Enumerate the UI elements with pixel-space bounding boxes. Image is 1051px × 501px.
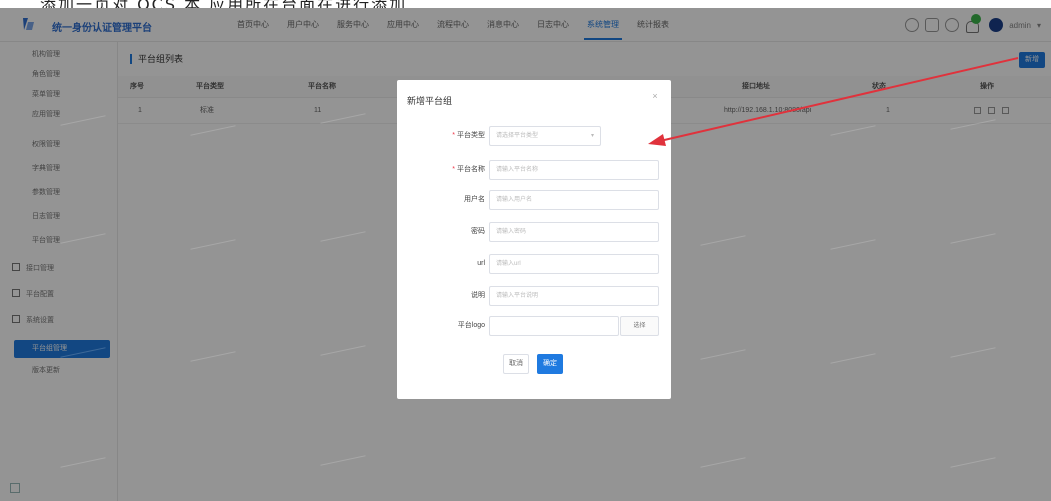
- form-row-platform-name: * 平台名称 请输入平台名称: [397, 160, 671, 180]
- cancel-button[interactable]: 取消: [503, 354, 529, 374]
- field-label: url: [477, 260, 485, 267]
- form-row-url: url 请输入url: [397, 254, 671, 274]
- field-label-text: 平台类型: [457, 132, 485, 139]
- form-row-description: 说明 请输入平台说明: [397, 286, 671, 306]
- field-label: * 平台类型: [452, 126, 485, 146]
- logo-path-input[interactable]: [489, 316, 619, 336]
- required-mark: *: [452, 132, 455, 139]
- upload-button[interactable]: 选择: [620, 316, 659, 336]
- field-label: * 平台名称: [452, 160, 485, 180]
- dialog-title: 新增平台组: [407, 96, 453, 106]
- document-caption: 添加一页对 OCS 本 应用所在台面在进行添加: [0, 0, 1051, 8]
- form-row-platform-type: * 平台类型 请选择平台类型 ▾: [397, 126, 671, 146]
- description-input[interactable]: 请输入平台说明: [489, 286, 659, 306]
- chevron-down-icon: ▾: [590, 133, 594, 139]
- caption-text: 添加一页对 OCS 本 应用所在台面在进行添加: [40, 0, 407, 8]
- platform-name-input[interactable]: 请输入平台名称: [489, 160, 659, 180]
- url-input[interactable]: 请输入url: [489, 254, 659, 274]
- field-label: 密码: [471, 228, 485, 235]
- field-label: 说明: [471, 292, 485, 299]
- platform-type-select[interactable]: 请选择平台类型 ▾: [489, 126, 601, 146]
- select-placeholder: 请选择平台类型: [496, 133, 539, 139]
- field-label-text: 平台名称: [457, 166, 485, 173]
- required-mark: *: [452, 166, 455, 173]
- password-input[interactable]: 请输入密码: [489, 222, 659, 242]
- username-input[interactable]: 请输入用户名: [489, 190, 659, 210]
- confirm-button[interactable]: 确定: [537, 354, 563, 374]
- form-row-password: 密码 请输入密码: [397, 222, 671, 242]
- form-row-logo: 平台logo 选择: [397, 316, 671, 336]
- form-row-username: 用户名 请输入用户名: [397, 190, 671, 210]
- add-platform-group-dialog: 新增平台组 × * 平台类型 请选择平台类型 ▾ * 平台名称 请输入平台名称 用户…: [397, 80, 671, 399]
- field-label: 平台logo: [457, 322, 485, 329]
- field-label: 用户名: [464, 196, 485, 203]
- close-icon[interactable]: ×: [649, 90, 661, 102]
- app-window: 添加一页对 OCS 本 应用所在台面在进行添加 统一身份认证管理平台 首页中心 …: [0, 0, 1051, 501]
